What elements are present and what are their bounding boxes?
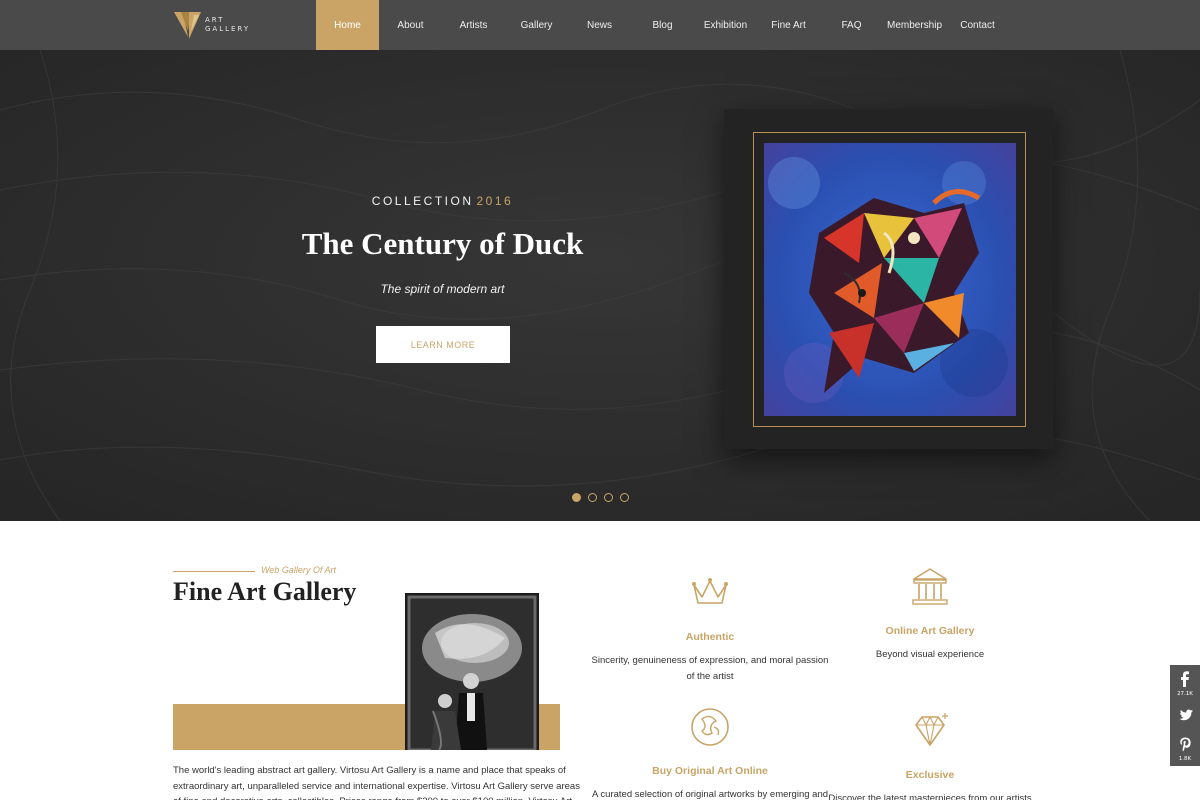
slider-dot-1[interactable] bbox=[572, 493, 581, 502]
hero-subtitle: The spirit of modern art bbox=[380, 282, 505, 296]
section-title: Fine Art Gallery bbox=[173, 577, 357, 606]
intro-paragraph: The world's leading abstract art gallery… bbox=[173, 765, 580, 800]
hero-year: 2016 bbox=[476, 194, 514, 208]
learn-more-button[interactable]: LEARN MORE bbox=[376, 326, 510, 363]
hero-eyebrow-label: COLLECTION bbox=[371, 194, 474, 208]
feature-buy-original: Buy Original Art Online A curated select… bbox=[590, 705, 830, 800]
feature-online-gallery-desc: Beyond visual experience bbox=[875, 649, 985, 660]
pinterest-share[interactable]: 1.8K bbox=[1170, 737, 1200, 762]
section-kicker: Web Gallery Of Art bbox=[261, 565, 337, 575]
couple-photo bbox=[405, 593, 539, 750]
feature-authentic: Authentic Sincerity, genuineness of expr… bbox=[590, 571, 830, 684]
nav-artists[interactable]: Artists bbox=[442, 0, 505, 50]
feature-exclusive: Exclusive Discover the latest masterpiec… bbox=[810, 709, 1050, 800]
nav-exhibition[interactable]: Exhibition bbox=[694, 0, 757, 50]
feature-exclusive-title: Exclusive bbox=[905, 769, 955, 781]
feature-online-gallery: Online Art Gallery Beyond visual experie… bbox=[810, 565, 1050, 663]
feature-buy-original-title: Buy Original Art Online bbox=[652, 765, 768, 777]
facebook-icon bbox=[1181, 671, 1189, 687]
logo-text-top: ART bbox=[205, 16, 225, 24]
logo-text-bottom: GALLERY bbox=[205, 25, 251, 33]
slider-dot-2[interactable] bbox=[588, 493, 597, 502]
nav-faq[interactable]: FAQ bbox=[820, 0, 883, 50]
pinterest-icon bbox=[1179, 737, 1191, 752]
twitter-share[interactable] bbox=[1170, 707, 1200, 726]
abstract-painting[interactable] bbox=[764, 143, 1016, 416]
featured-artwork-frame bbox=[724, 109, 1053, 449]
nav-contact[interactable]: Contact bbox=[946, 0, 1009, 50]
hero-content: COLLECTION 2016 The Century of Duck The s… bbox=[240, 50, 645, 521]
art-face-icon bbox=[691, 708, 729, 746]
pinterest-count: 1.8K bbox=[1178, 756, 1192, 762]
hero-slider: COLLECTION 2016 The Century of Duck The s… bbox=[0, 50, 1200, 521]
feature-exclusive-desc: Discover the latest masterpieces from ou… bbox=[828, 793, 1032, 800]
museum-icon bbox=[912, 568, 948, 605]
twitter-icon bbox=[1178, 709, 1193, 721]
crown-icon bbox=[692, 578, 728, 604]
nav-about[interactable]: About bbox=[379, 0, 442, 50]
nav-home[interactable]: Home bbox=[316, 0, 379, 50]
diamond-icon bbox=[915, 713, 948, 746]
logo-text: ART GALLERY bbox=[205, 16, 250, 34]
slider-dot-3[interactable] bbox=[604, 493, 613, 502]
nav-fine-art[interactable]: Fine Art bbox=[757, 0, 820, 50]
slider-dots bbox=[572, 493, 629, 502]
facebook-count: 27.1K bbox=[1177, 691, 1193, 697]
feature-authentic-desc: Sincerity, genuineness of expression, an… bbox=[591, 655, 829, 682]
feature-buy-original-desc: A curated selection of original artworks… bbox=[591, 789, 829, 800]
hero-title: The Century of Duck bbox=[301, 226, 584, 261]
nav-gallery[interactable]: Gallery bbox=[505, 0, 568, 50]
facebook-share[interactable]: 27.1K bbox=[1170, 671, 1200, 697]
social-share-bar: 27.1K 1.8K bbox=[1170, 665, 1200, 766]
main-nav: Home About Artists Gallery News Blog Exh… bbox=[316, 0, 1009, 50]
hero-eyebrow: COLLECTION 2016 bbox=[240, 194, 645, 208]
feature-online-gallery-title: Online Art Gallery bbox=[885, 625, 975, 637]
slider-dot-4[interactable] bbox=[620, 493, 629, 502]
feature-authentic-title: Authentic bbox=[685, 631, 735, 643]
site-logo[interactable]: ART GALLERY bbox=[173, 8, 263, 42]
nav-blog[interactable]: Blog bbox=[631, 0, 694, 50]
nav-membership[interactable]: Membership bbox=[883, 0, 946, 50]
logo-mark-icon bbox=[174, 12, 201, 39]
nav-news[interactable]: News bbox=[568, 0, 631, 50]
kicker-divider bbox=[173, 571, 255, 572]
site-header: ART GALLERY Home About Artists Gallery N… bbox=[0, 0, 1200, 50]
about-section: Web Gallery Of Art Fine Art Gallery The … bbox=[0, 521, 1200, 800]
